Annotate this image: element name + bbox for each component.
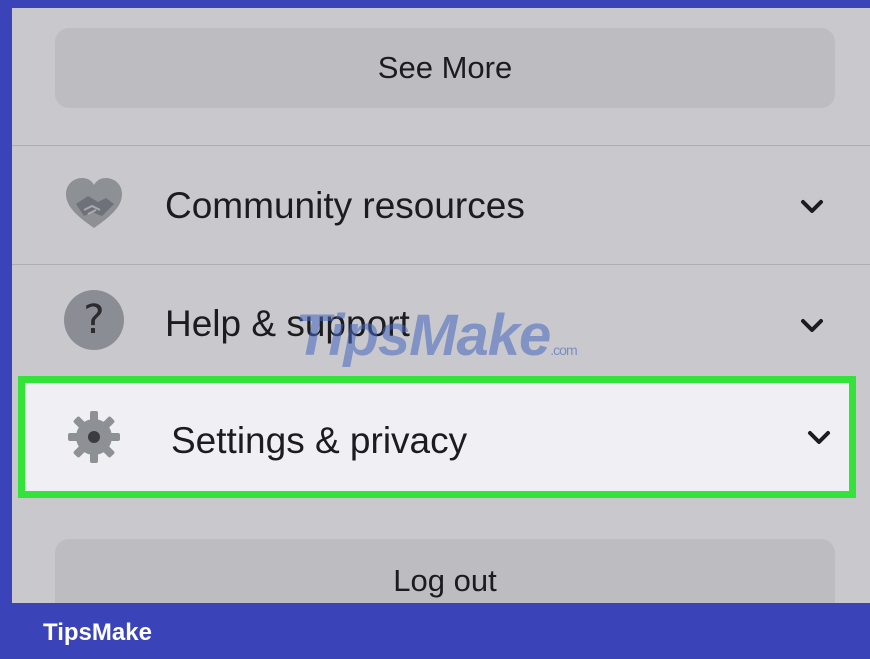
menu-item-community-resources[interactable]: Community resources <box>12 146 870 263</box>
question-circle-icon: ? <box>62 288 126 352</box>
menu-item-label: Settings & privacy <box>171 420 468 461</box>
log-out-button[interactable]: Log out <box>55 539 835 603</box>
log-out-label: Log out <box>393 563 497 598</box>
footer-brand: TipsMake <box>43 619 152 646</box>
menu-item-label: Help & support <box>165 303 410 344</box>
chevron-down-icon[interactable] <box>794 308 830 344</box>
menu-item-label: Community resources <box>165 185 525 226</box>
frame-top-border <box>0 0 870 8</box>
facebook-menu-screen: See More Community resources ? Help & su… <box>12 8 870 603</box>
see-more-button[interactable]: See More <box>55 28 835 108</box>
chevron-down-icon[interactable] <box>794 189 830 225</box>
menu-item-help-support[interactable]: ? Help & support <box>12 265 870 378</box>
see-more-label: See More <box>377 50 513 85</box>
handshake-icon <box>62 172 126 236</box>
gear-icon <box>62 405 126 469</box>
footer-bar: TipsMake <box>0 603 870 659</box>
menu-item-settings-privacy[interactable]: Settings & privacy <box>18 376 856 498</box>
frame-left-border <box>0 0 12 603</box>
chevron-down-icon[interactable] <box>801 420 837 456</box>
